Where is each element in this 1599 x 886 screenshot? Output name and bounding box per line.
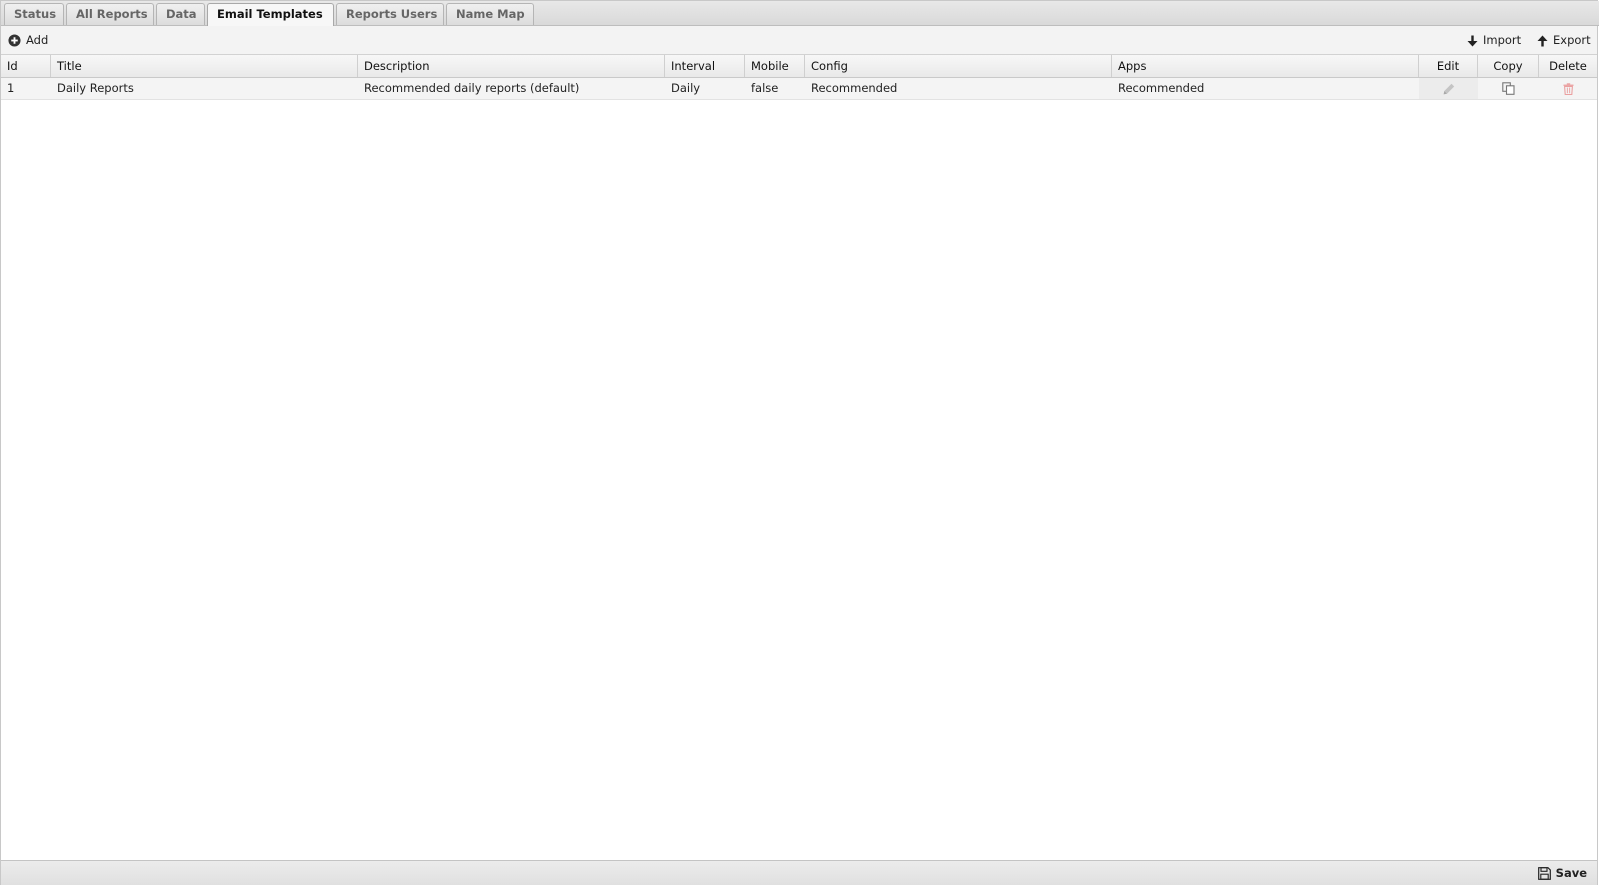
column-header-config[interactable]: Config [805,55,1112,77]
cell-interval: Daily [671,81,701,95]
tab-status[interactable]: Status [4,3,64,25]
tab-bar: Status All Reports Data Email Templates … [1,1,1599,27]
toolbar: Add Import Export [1,26,1597,55]
plus-circle-icon [8,34,21,47]
cell-config: Recommended [811,81,898,95]
import-button[interactable]: Import [1467,32,1521,49]
cell-mobile: false [751,81,779,95]
pencil-icon [1443,83,1454,94]
table-row[interactable]: 1 Daily Reports Recommended daily report… [1,78,1597,100]
tab-data[interactable]: Data [156,3,205,25]
column-header-title[interactable]: Title [51,55,358,77]
floppy-disk-icon [1537,866,1551,880]
save-button[interactable]: Save [1537,865,1587,881]
arrow-up-icon [1537,35,1548,46]
column-header-delete: Delete [1549,59,1587,73]
import-label: Import [1483,33,1522,47]
column-header-edit: Edit [1419,55,1478,77]
app-window: Status All Reports Data Email Templates … [0,0,1599,885]
cell-title: Daily Reports [57,81,134,95]
footer-bar: Save [1,860,1597,885]
copy-icon [1502,82,1515,95]
trash-icon [1563,82,1573,95]
tab-reports-users[interactable]: Reports Users [336,3,444,25]
copy-button[interactable] [1478,78,1539,99]
column-header-interval[interactable]: Interval [665,55,745,77]
tab-name-map[interactable]: Name Map [446,3,534,25]
cell-apps: Recommended [1118,81,1205,95]
arrow-down-icon [1467,35,1478,46]
column-header-id[interactable]: Id [1,55,51,77]
grid-header: Id Title Description Interval Mobile Con… [1,55,1597,78]
delete-button[interactable] [1539,78,1597,99]
edit-button[interactable] [1419,78,1478,99]
column-header-copy: Copy [1478,55,1539,77]
save-label: Save [1555,866,1587,880]
add-button[interactable]: Add [8,32,48,49]
tab-email-templates[interactable]: Email Templates [207,3,334,27]
cell-description: Recommended daily reports (default) [364,81,580,95]
export-button[interactable]: Export [1537,32,1591,49]
column-header-description[interactable]: Description [358,55,665,77]
export-label: Export [1553,33,1591,47]
add-label: Add [26,33,49,47]
column-header-mobile[interactable]: Mobile [745,55,805,77]
tab-all-reports[interactable]: All Reports [66,3,154,25]
cell-id: 1 [7,81,15,95]
column-header-apps[interactable]: Apps [1112,55,1419,77]
